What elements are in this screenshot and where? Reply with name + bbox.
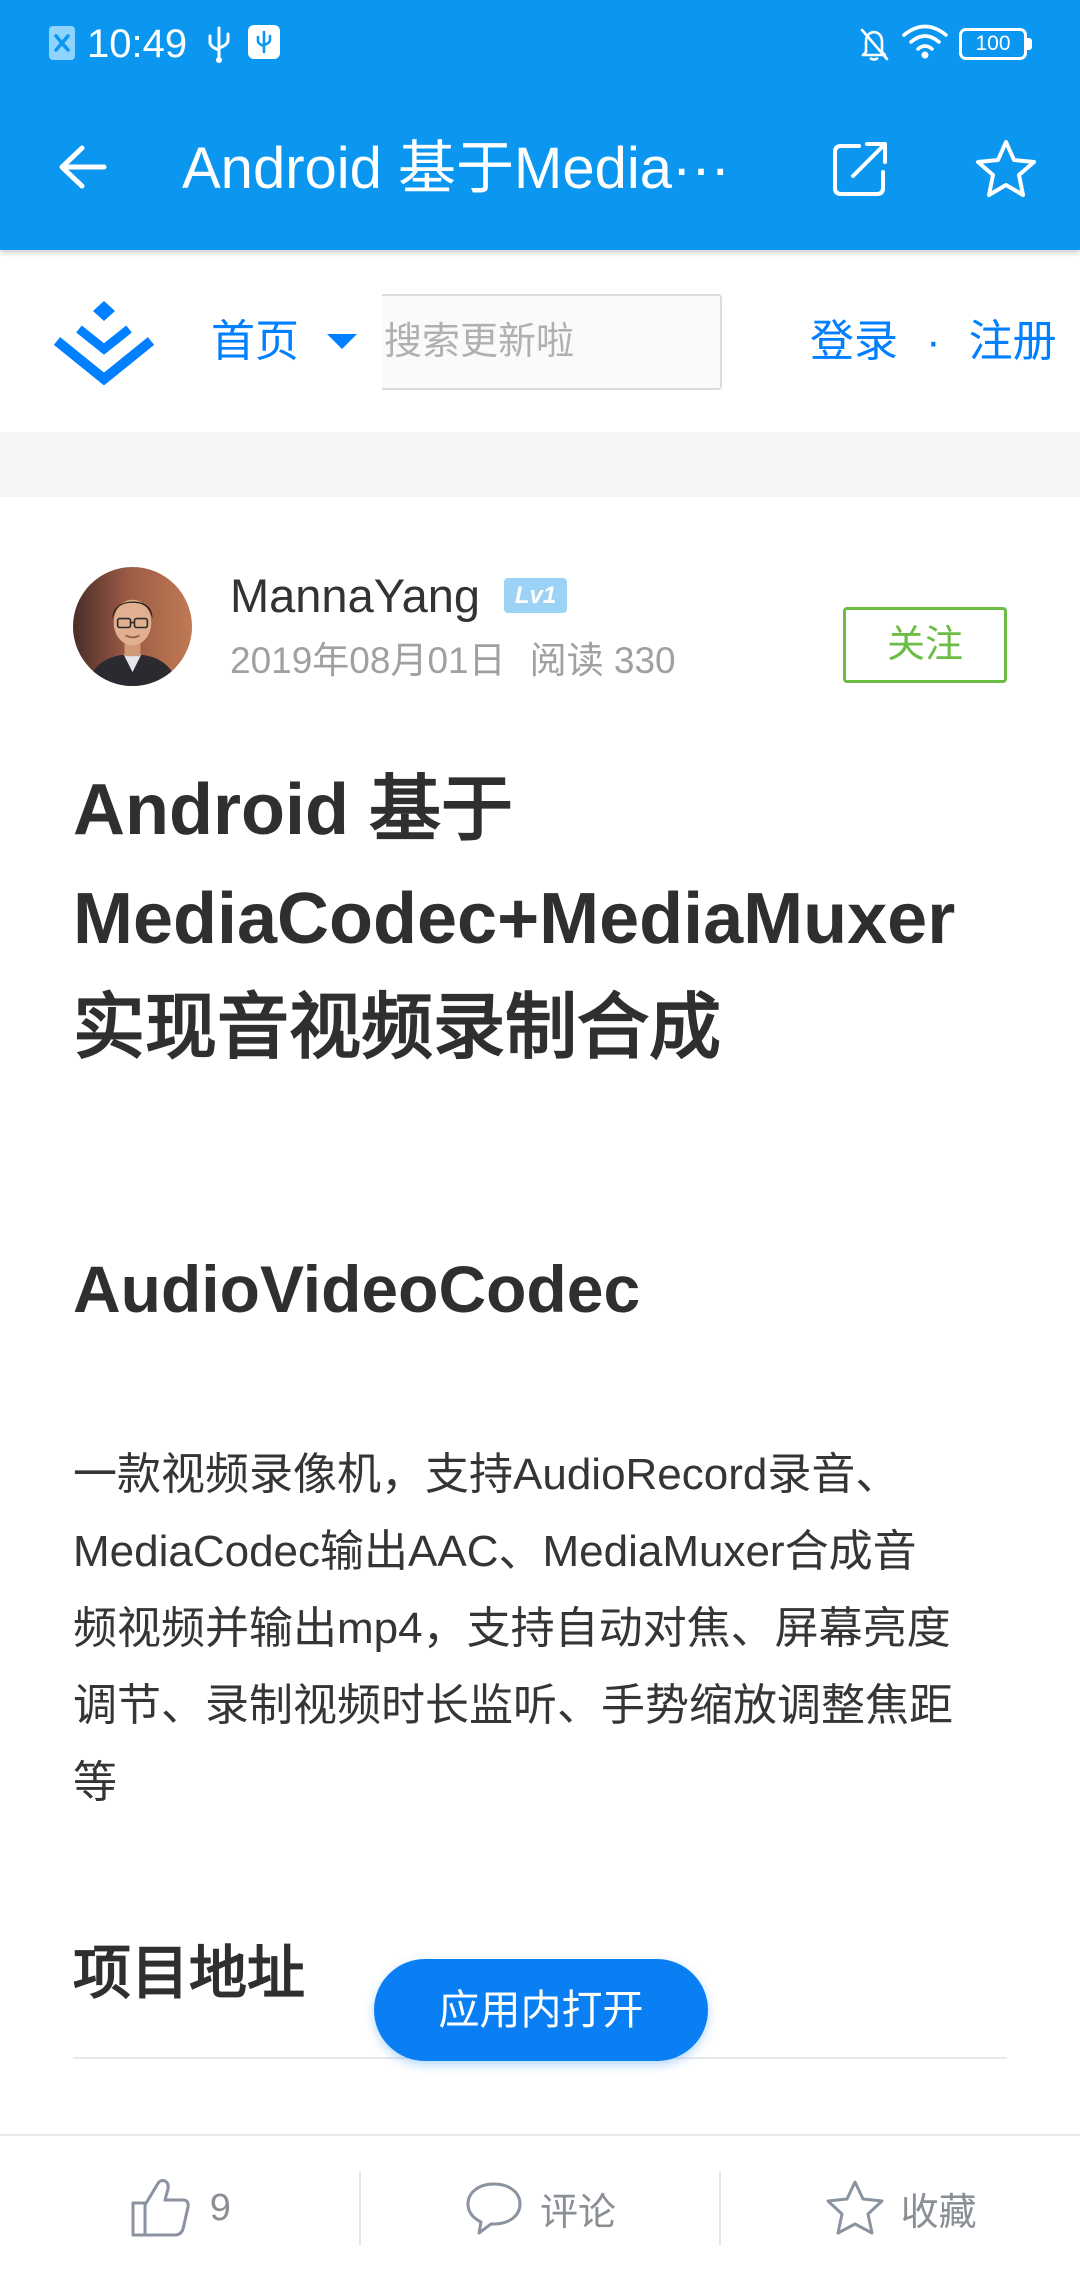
nav-home-dropdown[interactable]: 首页: [211, 315, 299, 369]
publish-date: 2019年08月01日: [230, 640, 506, 681]
like-button[interactable]: 9: [0, 2136, 359, 2280]
wifi-icon: [901, 22, 949, 60]
site-header: 首页 登录 · 注册: [0, 250, 1080, 432]
article-title-line: Android 基于: [73, 770, 513, 850]
battery-tip: [1027, 38, 1032, 50]
usb-icon: [206, 24, 232, 64]
comment-label: 评论: [540, 2191, 617, 2234]
usb-debug-icon: [247, 24, 281, 60]
caret-down-icon[interactable]: [327, 334, 357, 349]
article-title-line: 实现音视频录制合成: [73, 988, 722, 1068]
site-logo-icon[interactable]: [51, 299, 157, 385]
status-time: 10:49: [87, 22, 188, 66]
follow-button[interactable]: 关注: [843, 607, 1007, 683]
section-heading: 项目地址: [73, 1941, 306, 2006]
paragraph-line: 调节、录制视频时长监听、手势缩放调整焦距: [73, 1681, 953, 1730]
thumb-up-icon: [128, 2175, 194, 2241]
auth-separator: ·: [926, 317, 941, 366]
content-paragraph: 一款视频录像机，支持AudioRecord录音、 MediaCodec输出AAC…: [73, 1436, 1007, 1821]
like-count: 9: [209, 2186, 231, 2229]
collect-button[interactable]: 收藏: [721, 2136, 1080, 2280]
paragraph-line: MediaCodec输出AAC、MediaMuxer合成音: [73, 1527, 917, 1576]
paragraph-line: 一款视频录像机，支持AudioRecord录音、: [73, 1450, 900, 1499]
battery-level: 100: [975, 32, 1011, 55]
comment-button[interactable]: 评论: [361, 2136, 720, 2280]
section-gap: [0, 432, 1080, 497]
collect-label: 收藏: [900, 2191, 977, 2234]
article-title: Android 基于 MediaCodec+MediaMuxer 实现音视频录制…: [73, 756, 1007, 1083]
search-box[interactable]: [382, 294, 722, 390]
paragraph-line: 等: [73, 1758, 117, 1807]
star-outline-icon: [825, 2179, 885, 2237]
content-heading: AudioVideoCodec: [73, 1252, 641, 1326]
article-title-line: MediaCodec+MediaMuxer: [73, 879, 956, 959]
article-meta: 2019年08月01日 阅读 330: [230, 640, 676, 682]
bell-off-icon: [858, 26, 890, 62]
share-icon[interactable]: [831, 140, 891, 198]
register-link[interactable]: 注册: [969, 315, 1057, 369]
bottom-action-bar: 9 评论 收藏: [0, 2134, 1080, 2280]
app-bar: Android 基于Media···: [0, 87, 1080, 250]
notification-app-icon: [48, 25, 76, 61]
level-badge: Lv1: [504, 578, 567, 613]
star-icon[interactable]: [974, 138, 1038, 200]
login-link[interactable]: 登录: [810, 315, 898, 369]
search-input[interactable]: [382, 296, 720, 388]
comment-icon: [464, 2179, 524, 2237]
paragraph-line: 频视频并输出mp4，支持自动对焦、屏幕亮度: [73, 1604, 951, 1653]
author-name[interactable]: MannaYang: [230, 566, 480, 626]
open-in-app-button[interactable]: 应用内打开: [374, 1959, 708, 2061]
battery-icon: 100: [959, 28, 1033, 60]
app-bar-title: Android 基于Media···: [182, 136, 730, 201]
auth-links: 登录 · 注册: [810, 315, 1057, 369]
read-count: 阅读 330: [529, 640, 676, 681]
avatar[interactable]: [73, 567, 192, 686]
status-bar: 10:49 100: [0, 0, 1080, 87]
arrow-left-icon[interactable]: [56, 142, 110, 192]
